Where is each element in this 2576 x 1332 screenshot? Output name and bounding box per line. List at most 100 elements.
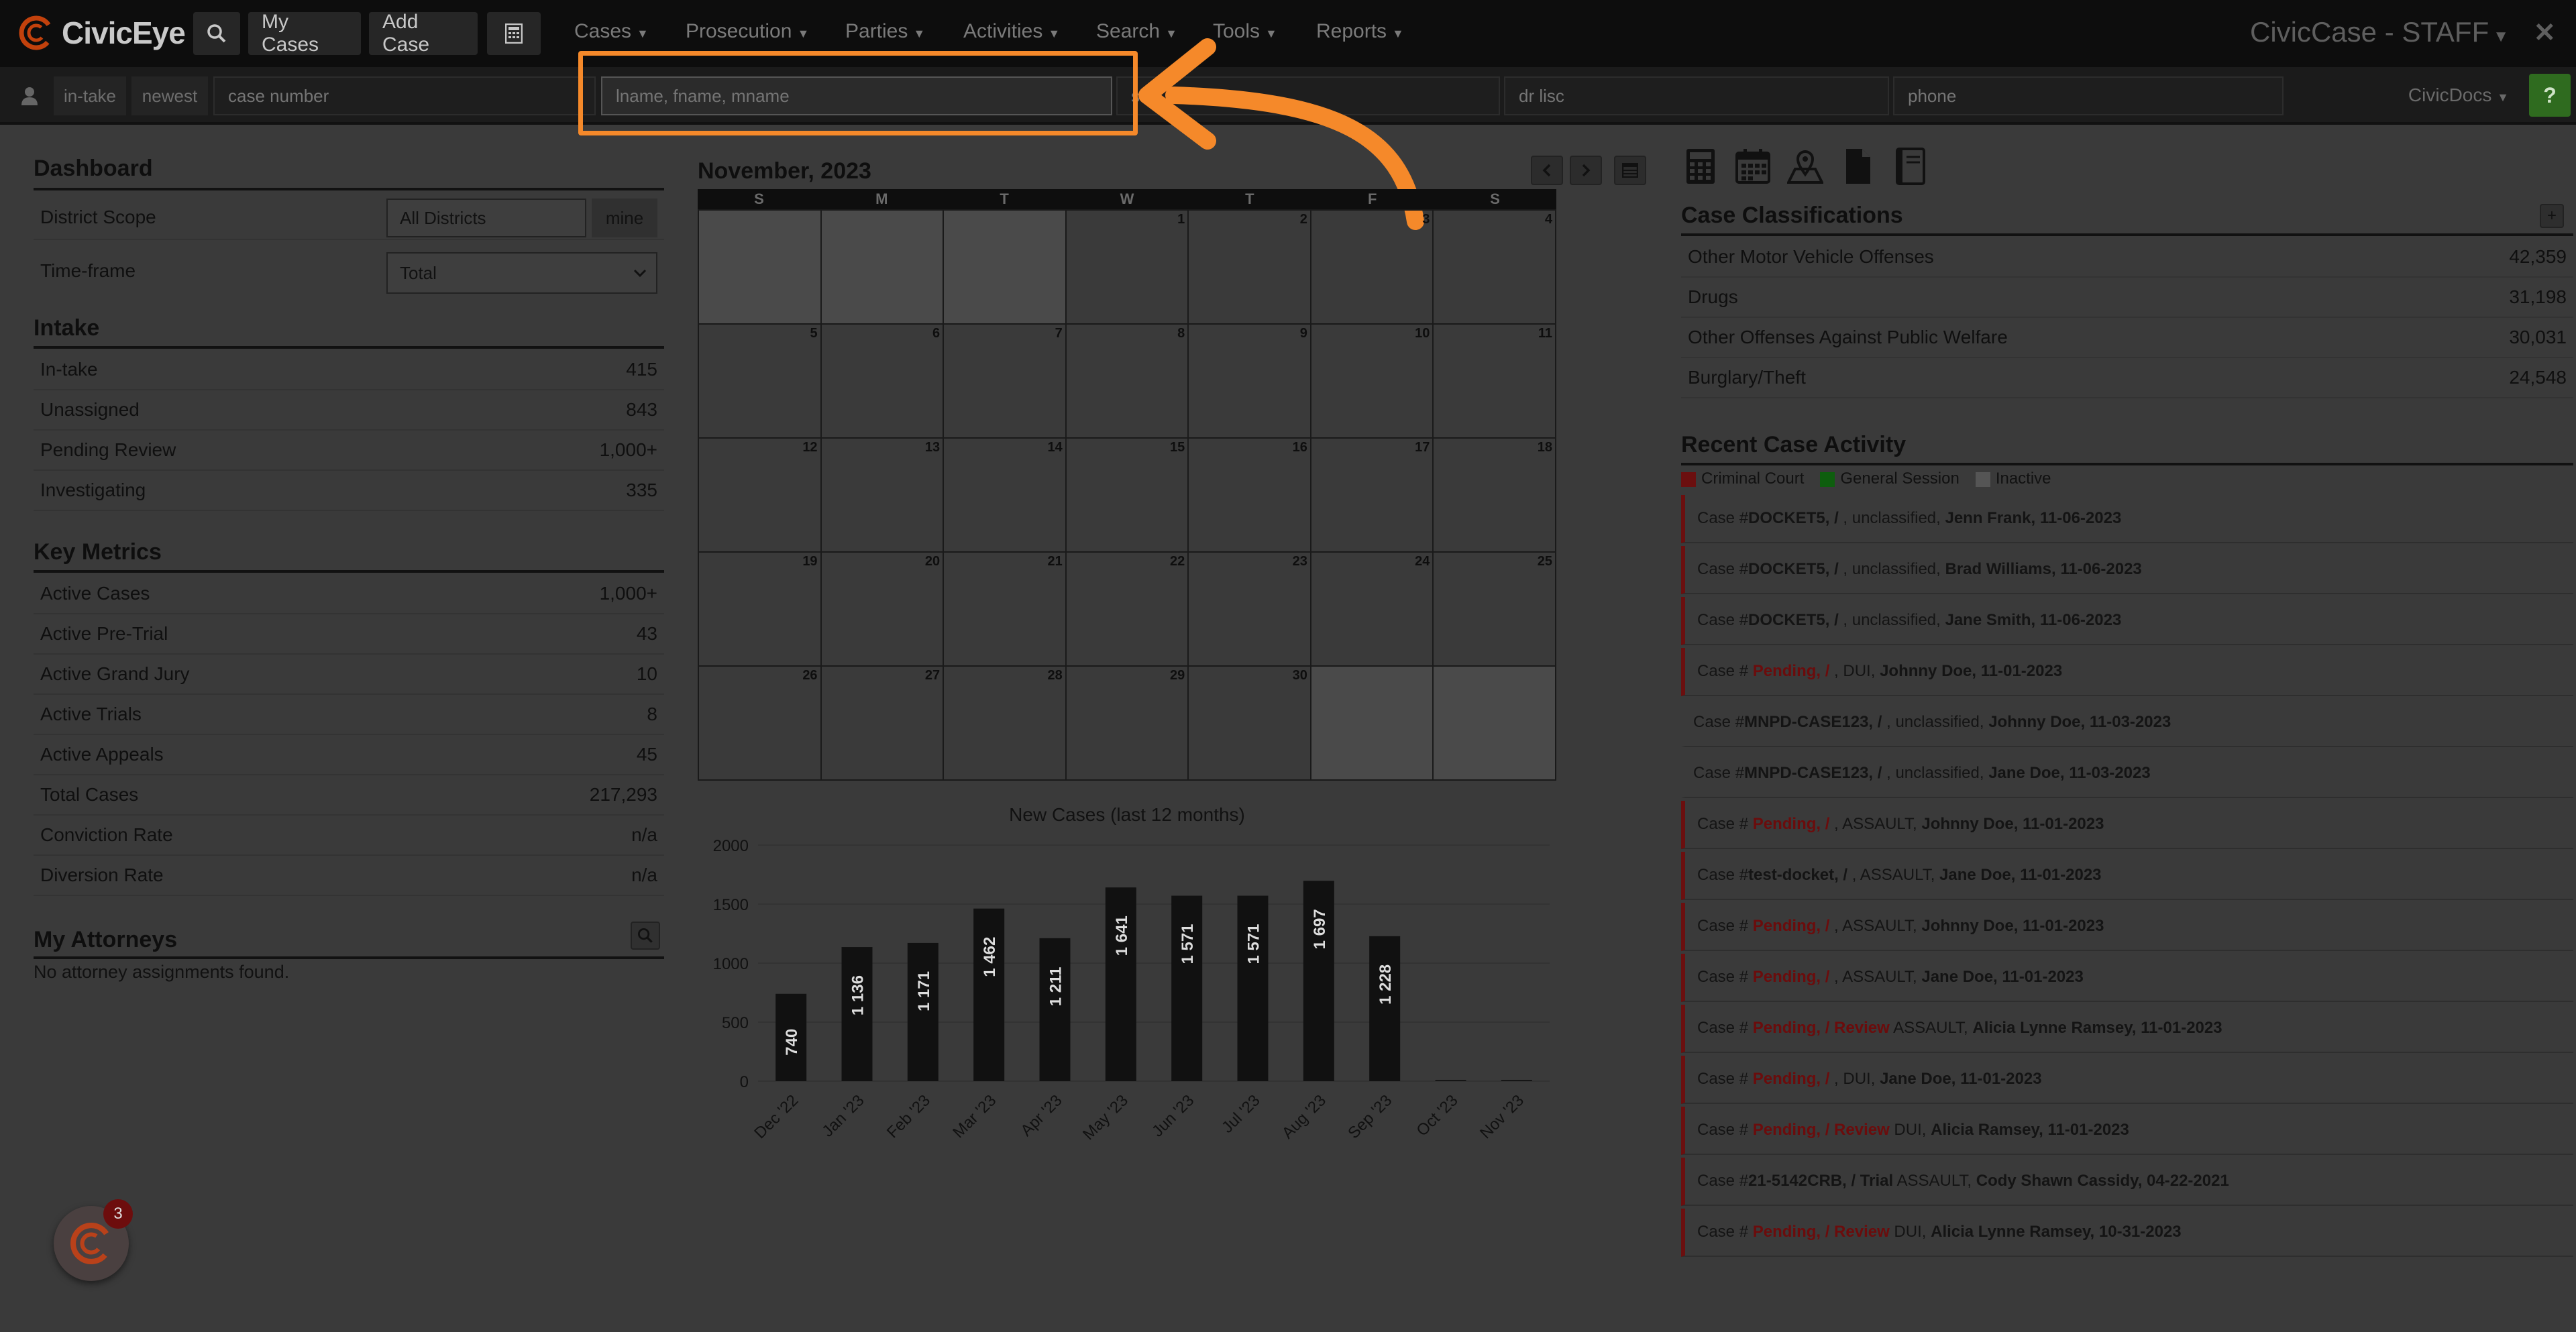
search-button[interactable]: [193, 12, 240, 55]
calendar-day-cell[interactable]: 29: [1066, 667, 1189, 781]
driver-license-input[interactable]: [1504, 76, 1889, 115]
timeframe-select[interactable]: Total: [386, 252, 657, 294]
activity-item[interactable]: Case #21-5142CRB, / Trial ASSAULT, Cody …: [1681, 1158, 2573, 1206]
activity-item[interactable]: Case # Pending, / Review DUI, Alicia Lyn…: [1681, 1209, 2573, 1257]
calendar-day-cell[interactable]: 9: [1189, 325, 1311, 439]
activity-docket[interactable]: Pending, /: [1753, 662, 1830, 681]
calendar-day-cell[interactable]: 14: [944, 439, 1067, 553]
district-scope-input[interactable]: [386, 199, 586, 237]
menu-parties[interactable]: Parties ▼: [845, 20, 925, 43]
calendar-day-cell[interactable]: 5: [699, 325, 822, 439]
civicdocs-menu[interactable]: CivicDocs ▼: [2408, 85, 2509, 106]
map-marker-icon[interactable]: [1787, 148, 1823, 185]
activity-item[interactable]: Case # test-docket, / , ASSAULT, Jane Doe…: [1681, 852, 2573, 900]
activity-item[interactable]: Case # MNPD-CASE123, / , unclassified, Ja…: [1681, 750, 2573, 798]
brand[interactable]: CivicEye: [19, 15, 186, 51]
activity-docket[interactable]: 21-5142CRB, / Trial: [1748, 1172, 1893, 1190]
metric-row[interactable]: Active Pre-Trial 43: [34, 614, 664, 655]
activity-item[interactable]: Case # Pending, / , ASSAULT, Johnny Doe,…: [1681, 801, 2573, 849]
calendar-day-cell[interactable]: 19: [699, 553, 822, 667]
mine-button[interactable]: mine: [592, 199, 657, 237]
activity-item[interactable]: Case # DOCKET5, / , unclassified, Brad Wi…: [1681, 546, 2573, 594]
activity-docket[interactable]: Pending, /: [1753, 1070, 1830, 1089]
activity-docket[interactable]: Pending, /: [1753, 917, 1830, 936]
calculator-button[interactable]: [487, 12, 541, 55]
app-title-menu[interactable]: CivicCase - STAFF ▼: [2250, 16, 2509, 48]
calendar-day-cell[interactable]: 26: [699, 667, 822, 781]
intake-row-in-take[interactable]: In-take 415: [34, 350, 664, 390]
calendar-prev-button[interactable]: [1531, 156, 1563, 185]
activity-item[interactable]: Case # Pending, / Review DUI, Alicia Ram…: [1681, 1107, 2573, 1155]
calendar-day-cell[interactable]: 10: [1311, 325, 1434, 439]
activity-docket[interactable]: Pending, / Review: [1753, 1019, 1890, 1038]
my-cases-button[interactable]: My Cases: [248, 11, 361, 56]
activity-item[interactable]: Case # DOCKET5, / , unclassified, Jenn Fr…: [1681, 495, 2573, 543]
metric-row[interactable]: Diversion Rate n/a: [34, 856, 664, 896]
calendar-day-cell[interactable]: 17: [1311, 439, 1434, 553]
activity-docket[interactable]: MNPD-CASE123, /: [1744, 764, 1882, 783]
activity-docket[interactable]: Pending, / Review: [1753, 1121, 1890, 1140]
calendar-day-cell[interactable]: 24: [1311, 553, 1434, 667]
classification-row[interactable]: Drugs 31,198: [1681, 278, 2573, 318]
menu-reports[interactable]: Reports ▼: [1316, 20, 1404, 43]
close-icon[interactable]: ✕: [2533, 17, 2556, 48]
activity-docket[interactable]: Pending, / Review: [1753, 1223, 1890, 1241]
activity-docket[interactable]: Pending, /: [1753, 968, 1830, 987]
calendar-next-button[interactable]: [1570, 156, 1602, 185]
activity-item[interactable]: Case # Pending, / , ASSAULT, Jane Doe, 1…: [1681, 954, 2573, 1002]
calendar-day-cell[interactable]: 25: [1434, 553, 1556, 667]
activity-item[interactable]: Case # Pending, / Review ASSAULT, Alicia…: [1681, 1005, 2573, 1053]
activity-item[interactable]: Case # Pending, / , DUI, Johnny Doe, 11-…: [1681, 648, 2573, 696]
intake-row-investigating[interactable]: Investigating 335: [34, 471, 664, 511]
activity-docket[interactable]: DOCKET5, /: [1748, 611, 1839, 630]
ssn-input[interactable]: [1116, 76, 1500, 115]
menu-cases[interactable]: Cases ▼: [574, 20, 649, 43]
calendar-day-cell[interactable]: 15: [1066, 439, 1189, 553]
calendar-day-cell[interactable]: 28: [944, 667, 1067, 781]
calendar-day-cell[interactable]: 16: [1189, 439, 1311, 553]
activity-docket[interactable]: Pending, /: [1753, 815, 1830, 834]
metric-row[interactable]: Active Grand Jury 10: [34, 655, 664, 695]
activity-item[interactable]: Case # MNPD-CASE123, / , unclassified, Jo…: [1681, 699, 2573, 747]
calendar-day-cell[interactable]: 30: [1189, 667, 1311, 781]
help-button[interactable]: ?: [2529, 74, 2571, 117]
calendar-day-cell[interactable]: 1: [1066, 211, 1189, 325]
add-classification-button[interactable]: +: [2540, 204, 2564, 228]
calendar-day-cell[interactable]: 12: [699, 439, 822, 553]
phone-input[interactable]: [1893, 76, 2284, 115]
activity-item[interactable]: Case # Pending, / , DUI, Jane Doe, 11-01…: [1681, 1056, 2573, 1104]
activity-docket[interactable]: test-docket, /: [1748, 866, 1847, 885]
calculator-icon[interactable]: [1682, 148, 1719, 185]
menu-search[interactable]: Search ▼: [1096, 20, 1177, 43]
calendar-view-button[interactable]: [1614, 156, 1646, 185]
calendar-day-cell[interactable]: 11: [1434, 325, 1556, 439]
calendar-day-cell[interactable]: 18: [1434, 439, 1556, 553]
attorney-search-button[interactable]: [631, 922, 660, 950]
menu-prosecution[interactable]: Prosecution ▼: [686, 20, 809, 43]
classification-row[interactable]: Other Motor Vehicle Offenses 42,359: [1681, 237, 2573, 278]
metric-row[interactable]: Conviction Rate n/a: [34, 816, 664, 856]
activity-docket[interactable]: DOCKET5, /: [1748, 560, 1839, 579]
document-icon[interactable]: [1839, 148, 1876, 185]
tab-in-take[interactable]: in-take: [54, 76, 126, 115]
add-case-button[interactable]: Add Case: [369, 11, 478, 56]
calendar-day-cell[interactable]: 6: [821, 325, 945, 439]
classification-row[interactable]: Burglary/Theft 24,548: [1681, 358, 2573, 398]
metric-row[interactable]: Total Cases 217,293: [34, 775, 664, 816]
calendar-day-cell[interactable]: 13: [821, 439, 945, 553]
metric-row[interactable]: Active Trials 8: [34, 695, 664, 735]
calendar-day-cell[interactable]: 21: [944, 553, 1067, 667]
intake-row-unassigned[interactable]: Unassigned 843: [34, 390, 664, 431]
calendar-day-cell[interactable]: 4: [1434, 211, 1556, 325]
menu-activities[interactable]: Activities ▼: [963, 20, 1060, 43]
calendar-day-cell[interactable]: 20: [821, 553, 945, 667]
tab-newest[interactable]: newest: [131, 76, 208, 115]
menu-tools[interactable]: Tools ▼: [1213, 20, 1277, 43]
activity-item[interactable]: Case # DOCKET5, / , unclassified, Jane Sm…: [1681, 597, 2573, 645]
activity-item[interactable]: Case # Pending, / , ASSAULT, Johnny Doe,…: [1681, 903, 2573, 951]
calendar-day-cell[interactable]: 2: [1189, 211, 1311, 325]
calendar-day-cell[interactable]: 8: [1066, 325, 1189, 439]
activity-docket[interactable]: MNPD-CASE123, /: [1744, 713, 1882, 732]
user-icon[interactable]: [9, 80, 50, 111]
case-number-input[interactable]: [213, 76, 596, 115]
